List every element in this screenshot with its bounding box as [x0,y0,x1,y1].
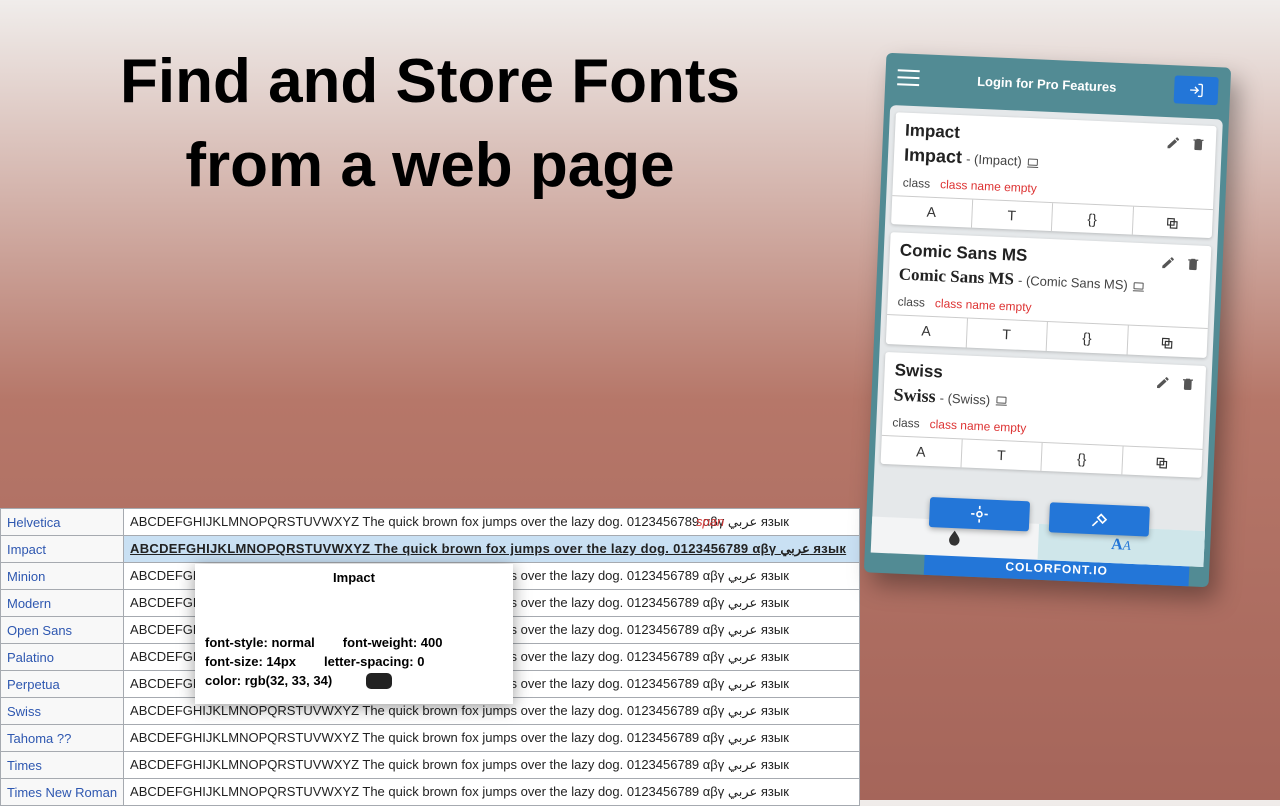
font-name-cell[interactable]: Perpetua [1,671,124,698]
edit-icon[interactable] [1160,254,1176,272]
card-footer-button[interactable]: A [891,196,973,228]
tooltip-color: color: rgb(32, 33, 34) [205,673,332,689]
color-swatch [366,673,392,689]
delete-icon[interactable] [1185,255,1201,273]
delete-icon[interactable] [1180,374,1196,392]
laptop-icon [1132,279,1147,294]
card-footer-button[interactable]: {} [1052,203,1134,235]
target-fab[interactable] [928,497,1029,531]
font-card-list: ImpactImpact - (Impact) classclass name … [871,105,1222,549]
table-row[interactable]: Times New RomanABCDEFGHIJKLMNOPQRSTUVWXY… [1,779,860,806]
table-row[interactable]: ImpactABCDEFGHIJKLMNOPQRSTUVWXYZ The qui… [1,536,860,563]
card-footer-button[interactable] [1132,207,1213,239]
tooltip-font-weight: font-weight: 400 [343,635,443,650]
font-name-cell[interactable]: Modern [1,590,124,617]
card-footer-button[interactable]: A [881,435,963,467]
headline: Find and Store Fonts from a web page [80,40,780,207]
tooltip-font-size: font-size: 14px [205,654,296,669]
class-empty: class name empty [929,417,1026,435]
class-empty: class name empty [935,296,1032,314]
table-row[interactable]: Tahoma ??ABCDEFGHIJKLMNOPQRSTUVWXYZ The … [1,725,860,752]
font-card: ImpactImpact - (Impact) classclass name … [891,112,1217,238]
menu-icon[interactable] [897,69,920,86]
extension-panel: Login for Pro Features ImpactImpact - (I… [864,53,1231,588]
laptop-icon [1026,155,1041,170]
font-sample-cell: ABCDEFGHIJKLMNOPQRSTUVWXYZ The quick bro… [124,725,860,752]
class-empty: class name empty [940,177,1037,195]
font-sample-cell: ABCDEFGHIJKLMNOPQRSTUVWXYZ The quick bro… [124,509,860,536]
tooltip-title: Impact [205,570,503,585]
font-card: SwissSwiss - (Swiss) classclass name emp… [881,352,1207,478]
font-inspector-tooltip: Impact font-style: normal font-weight: 4… [195,564,513,704]
class-label: class [897,295,925,310]
card-footer-button[interactable]: T [971,200,1053,232]
login-label[interactable]: Login for Pro Features [931,71,1162,96]
login-button[interactable] [1174,75,1219,105]
edit-icon[interactable] [1155,373,1171,391]
class-label: class [892,415,920,430]
font-sample-cell: ABCDEFGHIJKLMNOPQRSTUVWXYZ The quick bro… [124,536,860,563]
delete-icon[interactable] [1190,135,1206,153]
card-footer-button[interactable]: T [961,439,1043,471]
font-name-cell[interactable]: Swiss [1,698,124,725]
table-row[interactable]: HelveticaABCDEFGHIJKLMNOPQRSTUVWXYZ The … [1,509,860,536]
font-name-cell[interactable]: Times New Roman [1,779,124,806]
span-tag-overlay: span [696,514,724,529]
card-footer-button[interactable]: T [966,319,1048,351]
font-card: Comic Sans MSComic Sans MS - (Comic Sans… [886,232,1212,357]
build-fab[interactable] [1048,502,1149,536]
font-name-cell[interactable]: Minion [1,563,124,590]
font-name-cell[interactable]: Tahoma ?? [1,725,124,752]
laptop-icon [994,393,1009,408]
card-footer-button[interactable] [1122,446,1203,478]
tooltip-font-style: font-style: normal [205,635,315,650]
card-footer-button[interactable]: {} [1047,322,1129,354]
font-name-cell[interactable]: Times [1,752,124,779]
edit-icon[interactable] [1166,134,1182,152]
card-footer-button[interactable]: A [886,315,968,347]
font-name-cell[interactable]: Palatino [1,644,124,671]
font-name-cell[interactable]: Helvetica [1,509,124,536]
font-name-cell[interactable]: Impact [1,536,124,563]
font-name-cell[interactable]: Open Sans [1,617,124,644]
card-footer-button[interactable]: {} [1041,442,1123,474]
font-sample-cell: ABCDEFGHIJKLMNOPQRSTUVWXYZ The quick bro… [124,752,860,779]
card-footer-button[interactable] [1127,326,1208,358]
table-row[interactable]: TimesABCDEFGHIJKLMNOPQRSTUVWXYZ The quic… [1,752,860,779]
tooltip-letter-spacing: letter-spacing: 0 [324,654,424,669]
font-sample-cell: ABCDEFGHIJKLMNOPQRSTUVWXYZ The quick bro… [124,779,860,806]
class-label: class [903,176,931,191]
